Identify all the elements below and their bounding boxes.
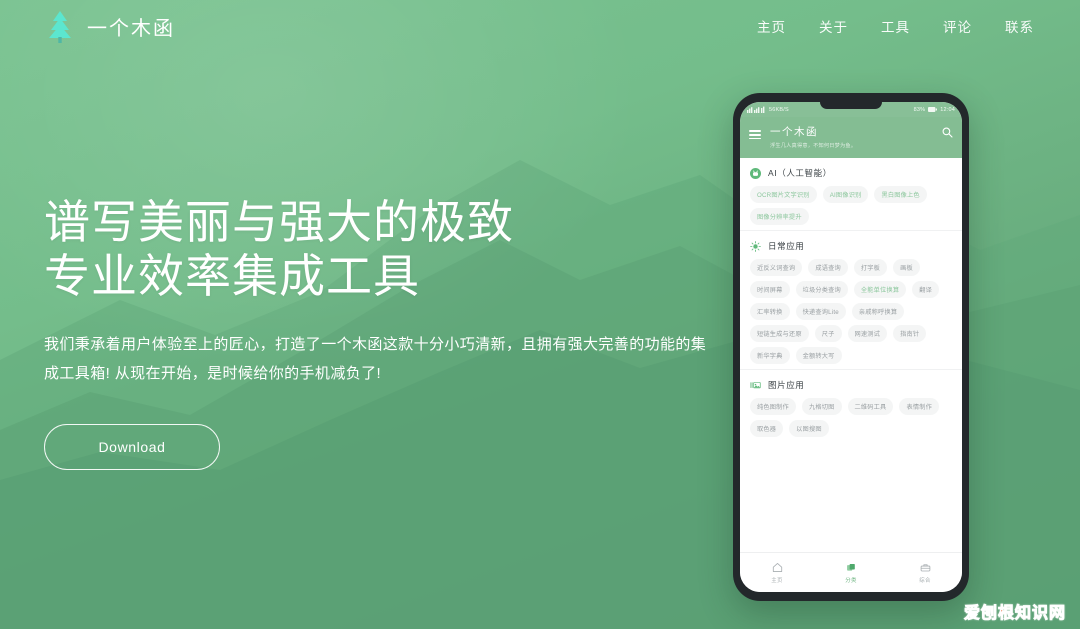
chip-item[interactable]: 短链生成与还原	[750, 325, 809, 342]
chip-item[interactable]: 取色器	[750, 420, 784, 437]
download-button[interactable]: Download	[44, 424, 220, 471]
chip-list: 纯色图制作 九格切图 二维码工具 表情制作 取色器 以图搜图	[750, 398, 952, 437]
nav-item-tools[interactable]: 工具	[881, 16, 910, 36]
section-daily-apps: 日常应用 近反义词查询 成语查询 打字板 画板 时间屏幕 垃圾分类查询 全能单位…	[740, 230, 962, 369]
chip-item[interactable]: 近反义词查询	[750, 259, 803, 276]
phone-screen: 56KB/S 83% 12:04 一个木函 浮生几人真得意，不知何日梦为鱼。 A…	[740, 102, 962, 592]
hero-content: 谱写美丽与强大的极致 专业效率集成工具 我们秉承着用户体验至上的匠心，打造了一个…	[44, 196, 734, 471]
chip-list: OCR图片文字识别 AI图像识别 黑白图像上色 图像分辨率提升	[750, 186, 952, 225]
headline-line-2: 专业效率集成工具	[44, 249, 420, 302]
chip-item[interactable]: 全能单位换算	[853, 281, 907, 298]
chip-item[interactable]: 垃圾分类查询	[795, 281, 848, 298]
headline-line-1: 谱写美丽与强大的极致	[44, 196, 514, 248]
section-title: 日常应用	[768, 241, 805, 251]
battery-icon	[928, 107, 938, 112]
chip-item[interactable]: AI图像识别	[822, 186, 869, 203]
section-ai: AI（人工智能） OCR图片文字识别 AI图像识别 黑白图像上色 图像分辨率提升	[740, 158, 962, 230]
chip-list: 近反义词查询 成语查询 打字板 画板 时间屏幕 垃圾分类查询 全能单位换算 翻译…	[750, 259, 952, 364]
section-title: 图片应用	[768, 380, 805, 390]
hero-subtitle: 我们秉承着用户体验至上的匠心，打造了一个木函这款十分小巧清新，且拥有强大完善的功…	[44, 335, 707, 382]
image-icon	[750, 381, 761, 388]
nav-item-comments[interactable]: 评论	[943, 16, 972, 36]
pine-tree-icon	[49, 11, 71, 43]
android-robot-icon	[750, 167, 761, 179]
chip-item[interactable]: 画板	[893, 259, 920, 276]
site-watermark: 爱刨根知识网	[963, 605, 1066, 623]
app-title: 一个木函	[770, 126, 818, 138]
chip-item[interactable]: 图像分辨率提升	[750, 208, 809, 225]
section-title: AI（人工智能）	[768, 168, 832, 178]
status-clock: 12:04	[940, 106, 955, 113]
chip-item[interactable]: OCR图片文字识别	[750, 186, 817, 203]
status-signal-icons: 56KB/S	[747, 106, 789, 113]
signal-bars-icon	[747, 106, 765, 113]
chip-item[interactable]: 汇率转换	[750, 303, 790, 320]
chip-item[interactable]: 时间屏幕	[750, 281, 790, 298]
section-header: 图片应用	[750, 379, 952, 391]
bottom-nav-general[interactable]: 综合	[888, 562, 962, 584]
bottom-nav-label: 分类	[845, 577, 857, 584]
hamburger-icon[interactable]	[749, 128, 761, 142]
layers-icon	[846, 563, 855, 571]
app-subtitle: 浮生几人真得意，不知何日梦为鱼。	[770, 143, 857, 149]
chip-item[interactable]: 尺子	[814, 325, 842, 342]
status-battery-percent: 83%	[913, 106, 926, 113]
chip-item[interactable]: 成语查询	[808, 259, 848, 276]
brand-name: 一个木函	[87, 17, 175, 40]
chip-item[interactable]: 二维码工具	[847, 398, 894, 415]
home-icon	[772, 562, 782, 572]
chip-item[interactable]: 表情制作	[899, 398, 939, 415]
chip-item[interactable]: 新华字典	[750, 347, 790, 364]
brand-logo[interactable]: 一个木函	[44, 9, 175, 43]
phone-mockup: 56KB/S 83% 12:04 一个木函 浮生几人真得意，不知何日梦为鱼。 A…	[733, 93, 969, 601]
chip-item[interactable]: 纯色图制作	[750, 398, 796, 415]
section-header: AI（人工智能）	[750, 167, 952, 179]
chip-item[interactable]: 黑白图像上色	[874, 186, 927, 203]
app-bottom-nav: 主页 分类 综合	[740, 552, 962, 592]
search-icon[interactable]	[942, 127, 953, 138]
main-navigation: 主页 关于 工具 评论 联系	[757, 16, 1034, 36]
chip-item[interactable]: 翻译	[912, 281, 939, 298]
status-network-speed: 56KB/S	[769, 106, 789, 113]
chip-item[interactable]: 打字板	[853, 259, 888, 276]
chip-item[interactable]: 金额转大写	[795, 347, 842, 364]
nav-item-home[interactable]: 主页	[757, 16, 786, 36]
chip-item[interactable]: 亲戚称呼换算	[851, 303, 905, 320]
toolbox-icon	[920, 563, 930, 571]
section-image-apps: 图片应用 纯色图制作 九格切图 二维码工具 表情制作 取色器 以图搜图	[740, 369, 962, 442]
site-header: 一个木函 主页 关于 工具 评论 联系	[0, 0, 1080, 52]
section-header: 日常应用	[750, 240, 952, 252]
phone-notch	[820, 102, 882, 109]
chip-item[interactable]: 快递查询Lite	[795, 303, 846, 320]
app-top-bar: 一个木函 浮生几人真得意，不知何日梦为鱼。	[740, 117, 962, 158]
status-right-group: 83% 12:04	[914, 107, 955, 113]
chip-item[interactable]: 九格切图	[801, 398, 842, 415]
chip-item[interactable]: 以图搜图	[789, 420, 829, 437]
nav-item-about[interactable]: 关于	[819, 16, 848, 36]
bottom-nav-label: 综合	[919, 577, 931, 584]
app-title-block: 一个木函 浮生几人真得意，不知何日梦为鱼。	[770, 124, 933, 149]
bottom-nav-label: 主页	[771, 577, 783, 584]
sun-icon	[750, 240, 761, 252]
bottom-nav-categories[interactable]: 分类	[814, 562, 888, 584]
app-content: AI（人工智能） OCR图片文字识别 AI图像识别 黑白图像上色 图像分辨率提升	[740, 158, 962, 552]
bottom-nav-home[interactable]: 主页	[740, 562, 814, 584]
chip-item[interactable]: 网速测试	[847, 325, 888, 342]
nav-item-contact[interactable]: 联系	[1005, 16, 1034, 36]
chip-item[interactable]: 指南针	[893, 325, 927, 342]
